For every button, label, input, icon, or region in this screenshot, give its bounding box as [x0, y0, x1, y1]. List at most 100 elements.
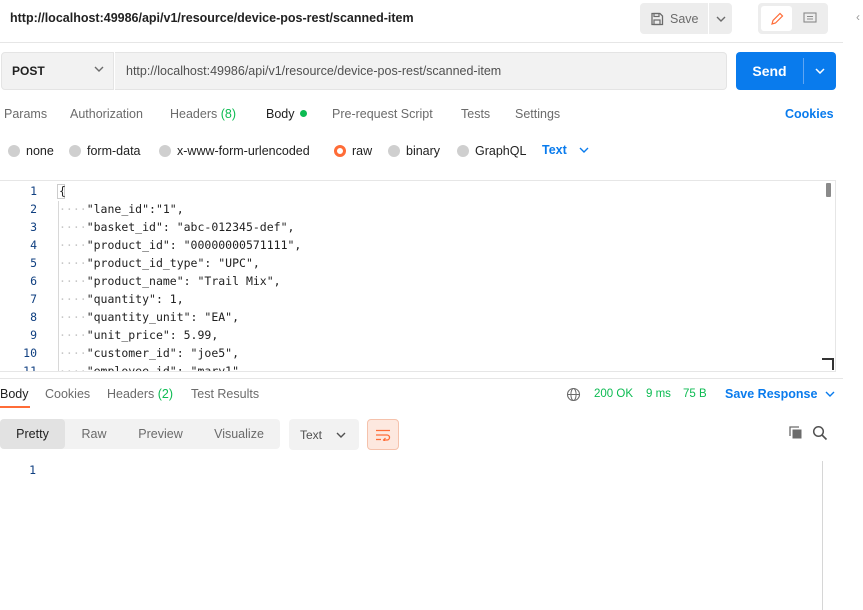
chevron-down-icon: [815, 68, 825, 74]
save-label: Save: [670, 11, 699, 26]
chevron-down-icon: [94, 66, 104, 72]
wrap-lines-button[interactable]: [367, 419, 399, 450]
tab-body[interactable]: Body: [266, 107, 307, 123]
request-body-editor[interactable]: 1{2 ····"lane_id":"1", 3 ····"basket_id": "…: [0, 180, 836, 372]
whitespace-marker: ····: [59, 238, 87, 252]
body-type-binary[interactable]: binary: [388, 143, 440, 159]
save-icon: [651, 12, 664, 25]
body-type-urlencoded[interactable]: x-www-form-urlencoded: [159, 143, 310, 159]
code-text: "customer_id": "joe5",: [86, 346, 240, 360]
save-button-group: Save: [640, 3, 732, 34]
search-icon[interactable]: [812, 425, 828, 444]
tab-response-headers[interactable]: Headers (2): [107, 387, 173, 401]
send-button[interactable]: Send: [736, 52, 803, 90]
tab-pre-request-script[interactable]: Pre-request Script: [332, 107, 433, 123]
line-number: 4: [30, 238, 37, 252]
status-code[interactable]: 200 OK: [594, 388, 633, 400]
line-number: 1: [30, 184, 37, 198]
comment-icon: [802, 12, 817, 23]
line-number: 6: [30, 274, 37, 288]
view-preview[interactable]: Preview: [123, 419, 198, 449]
language-label: Text: [542, 143, 567, 157]
body-type-form-data[interactable]: form-data: [69, 143, 141, 159]
panel-collapse-icon[interactable]: ‹: [856, 10, 860, 24]
response-line-number: 1: [29, 463, 36, 477]
radio-button[interactable]: [159, 145, 171, 157]
tab-headers-count: (8): [220, 107, 237, 121]
whitespace-marker: ····: [59, 220, 87, 234]
whitespace-marker: ····: [59, 310, 87, 324]
response-format-select[interactable]: Text: [289, 419, 359, 450]
language-select[interactable]: Text: [542, 143, 589, 157]
response-time[interactable]: 9 ms: [646, 388, 671, 400]
view-raw[interactable]: Raw: [65, 419, 123, 449]
line-number: 3: [30, 220, 37, 234]
save-button[interactable]: Save: [640, 3, 708, 34]
line-number: 11: [23, 364, 37, 372]
code-line: ····"product_id": "00000000571111",: [59, 238, 301, 252]
body-indicator-dot: [299, 110, 307, 117]
whitespace-marker: ····: [59, 346, 87, 360]
body-type-none[interactable]: none: [8, 143, 54, 159]
response-scrollbar[interactable]: [822, 461, 823, 610]
radio-button[interactable]: [8, 145, 20, 157]
view-visualize[interactable]: Visualize: [198, 419, 280, 449]
url-input[interactable]: http://localhost:49986/api/v1/resource/d…: [115, 52, 727, 90]
code-text: {: [59, 184, 66, 198]
method-select[interactable]: POST: [1, 52, 114, 90]
save-options-button[interactable]: [709, 3, 732, 34]
tab-tests[interactable]: Tests: [461, 107, 490, 123]
tab-headers-count: (2): [157, 387, 174, 401]
code-line: ····"customer_id": "joe5",: [59, 346, 239, 360]
request-title: http://localhost:49986/api/v1/resource/d…: [10, 11, 414, 25]
radio-button[interactable]: [69, 145, 81, 157]
method-label: POST: [12, 64, 45, 78]
tab-settings[interactable]: Settings: [515, 107, 560, 123]
view-pretty[interactable]: Pretty: [0, 419, 65, 449]
response-size[interactable]: 75 B: [683, 388, 707, 400]
code-line: ····"employee_id": "mary1": [59, 364, 240, 372]
code-text: "unit_price": 5.99,: [86, 328, 219, 342]
scrollbar-thumb[interactable]: [826, 183, 831, 197]
tab-headers-label: Headers: [170, 107, 218, 121]
globe-icon[interactable]: [566, 387, 581, 405]
radio-label: binary: [406, 144, 441, 158]
radio-button[interactable]: [457, 145, 469, 157]
active-tab-indicator: [0, 406, 30, 408]
tab-test-results[interactable]: Test Results: [191, 387, 259, 401]
documentation-button[interactable]: [794, 6, 825, 31]
radio-label: x-www-form-urlencoded: [177, 144, 310, 158]
code-line: ····"quantity": 1,: [59, 292, 184, 306]
whitespace-marker: ····: [59, 256, 87, 270]
tab-headers[interactable]: Headers (8): [170, 107, 236, 123]
radio-label: raw: [352, 144, 373, 158]
line-number: 5: [30, 256, 37, 270]
edit-mode-button[interactable]: [761, 6, 792, 31]
body-type-raw[interactable]: raw: [334, 143, 372, 159]
send-options-button[interactable]: [804, 52, 836, 90]
tab-response-cookies[interactable]: Cookies: [45, 387, 90, 401]
tab-authorization[interactable]: Authorization: [70, 107, 143, 123]
save-response-button[interactable]: Save Response: [725, 387, 835, 401]
chevron-down-icon: [825, 391, 835, 397]
code-line: ····"unit_price": 5.99,: [59, 328, 218, 342]
line-number: 7: [30, 292, 37, 306]
chevron-down-icon: [336, 432, 346, 438]
radio-button[interactable]: [388, 145, 400, 157]
send-button-group: Send: [736, 52, 836, 90]
radio-button-checked[interactable]: [334, 145, 346, 157]
code-line: ····"lane_id":"1",: [59, 202, 184, 216]
code-text: "basket_id": "abc-012345-def",: [86, 220, 295, 234]
code-text: "employee_id": "mary1": [86, 364, 240, 372]
resize-corner-icon[interactable]: [822, 358, 834, 370]
code-line: ····"product_id_type": "UPC",: [59, 256, 260, 270]
cookies-link[interactable]: Cookies: [785, 107, 834, 121]
tab-response-body[interactable]: Body: [0, 387, 29, 401]
copy-icon[interactable]: [788, 425, 804, 444]
body-type-graphql[interactable]: GraphQL: [457, 143, 526, 159]
line-number: 10: [23, 346, 37, 360]
line-number: 2: [30, 202, 37, 216]
tab-params[interactable]: Params: [4, 107, 47, 123]
whitespace-marker: ····: [59, 292, 87, 306]
response-view-tabs: Pretty Raw Preview Visualize: [0, 419, 280, 449]
